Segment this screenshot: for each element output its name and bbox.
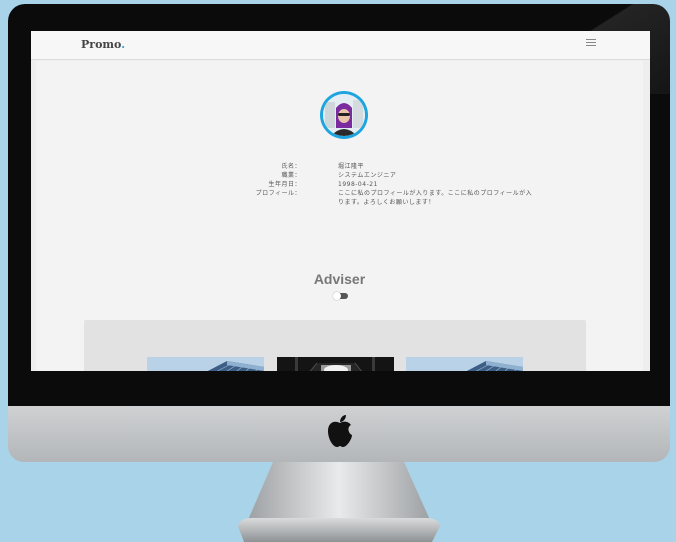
logo-dot: . (121, 38, 126, 51)
adviser-card-panel (84, 320, 586, 371)
profile-row-occupation: 職業： システムエンジニア (186, 171, 506, 180)
ceiling-light-photo (277, 357, 394, 371)
site-logo[interactable]: Promo. (81, 38, 125, 51)
occupation-value: システムエンジニア (338, 172, 397, 179)
name-label: 氏名： (281, 163, 301, 170)
adviser-card-3[interactable] (406, 357, 523, 371)
adviser-card-1[interactable] (147, 357, 264, 371)
office-building-photo (406, 357, 523, 371)
monitor-stand (238, 462, 440, 542)
avatar-photo (323, 94, 365, 136)
adviser-toggle[interactable] (333, 292, 348, 300)
profile-details: 氏名： 堀江隆平 職業： システムエンジニア 生年月日： 1998-04-21 … (186, 162, 532, 209)
bio-value: ここに私のプロフィールが入ります。ここに私のプロフィールが入ります。よろしくお願… (338, 190, 533, 206)
adviser-card-2[interactable] (277, 357, 394, 371)
profile-row-name: 氏名： 堀江隆平 (186, 162, 506, 171)
logo-text: Promo (81, 38, 122, 51)
bio-label: プロフィール： (255, 190, 301, 197)
birthday-value: 1998-04-21 (338, 181, 378, 188)
monitor-bezel: Promo. 氏名： 堀江隆平 職業： システムエンジニア 生年月日： 1998… (8, 4, 670, 406)
hamburger-menu-icon[interactable] (586, 39, 596, 49)
profile-avatar (320, 91, 368, 139)
profile-row-bio: プロフィール： ここに私のプロフィールが入ります。ここに私のプロフィールが入りま… (186, 189, 532, 209)
occupation-label: 職業： (281, 172, 301, 179)
site-header: Promo. (31, 31, 650, 60)
office-building-photo (147, 357, 264, 371)
monitor-screen: Promo. 氏名： 堀江隆平 職業： システムエンジニア 生年月日： 1998… (31, 31, 650, 371)
birthday-label: 生年月日： (268, 181, 301, 188)
adviser-title: Adviser (313, 271, 366, 287)
profile-row-birthday: 生年月日： 1998-04-21 (186, 180, 506, 189)
toggle-knob (333, 292, 341, 300)
name-value: 堀江隆平 (338, 163, 365, 170)
page-content: 氏名： 堀江隆平 職業： システムエンジニア 生年月日： 1998-04-21 … (36, 61, 643, 371)
apple-logo-icon (328, 415, 352, 447)
